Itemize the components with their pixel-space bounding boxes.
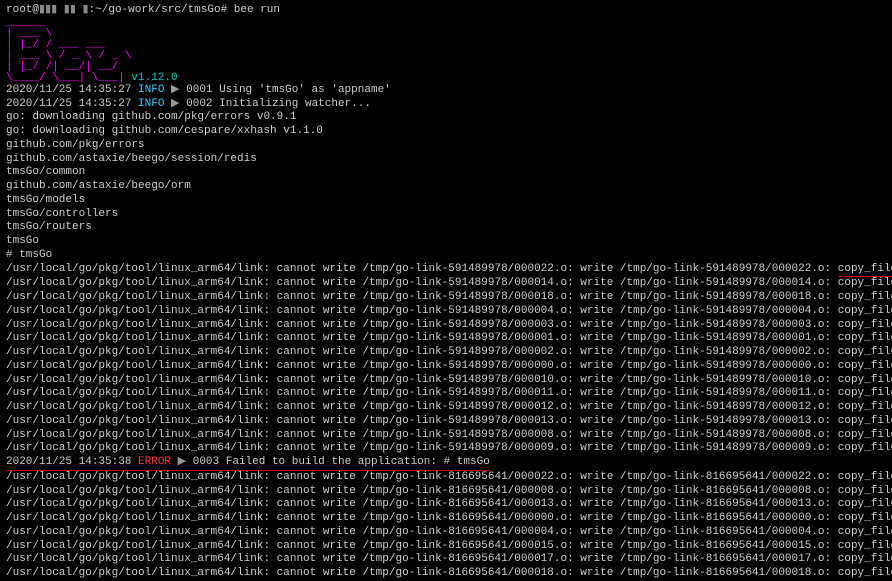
package-line: tmsGo/controllers — [6, 208, 886, 222]
linker-error-line: /usr/local/go/pkg/tool/linux_arm64/link:… — [6, 526, 886, 540]
linker-error-line: /usr/local/go/pkg/tool/linux_arm64/link:… — [6, 498, 886, 512]
linker-errors-1: /usr/local/go/pkg/tool/linux_arm64/link:… — [6, 263, 886, 457]
linker-error-line: /usr/local/go/pkg/tool/linux_arm64/link:… — [6, 305, 886, 319]
linker-error-line: /usr/local/go/pkg/tool/linux_arm64/link:… — [6, 471, 886, 485]
version-label: v1.12.0 — [125, 72, 178, 84]
log-line: 2020/11/25 14:35:27 INFO ▶ 0002 Initiali… — [6, 98, 886, 112]
linker-error-line: /usr/local/go/pkg/tool/linux_arm64/link:… — [6, 346, 886, 360]
linker-error-line: /usr/local/go/pkg/tool/linux_arm64/link:… — [6, 332, 886, 346]
linker-error-line: /usr/local/go/pkg/tool/linux_arm64/link:… — [6, 277, 886, 291]
error-label: ERROR — [138, 456, 171, 468]
package-line: # tmsGo — [6, 249, 886, 263]
package-line: github.com/astaxie/beego/session/redis — [6, 153, 886, 167]
linker-error-line: /usr/local/go/pkg/tool/linux_arm64/link:… — [6, 553, 886, 567]
prompt-host: ▮▮▮ ▮▮ ▮ — [39, 4, 89, 16]
prompt-line: root@▮▮▮ ▮▮ ▮:~/go-work/src/tmsGo# bee r… — [6, 4, 886, 18]
linker-error-line: /usr/local/go/pkg/tool/linux_arm64/link:… — [6, 374, 886, 388]
linker-error-line: /usr/local/go/pkg/tool/linux_arm64/link:… — [6, 401, 886, 415]
package-line: tmsGo/routers — [6, 221, 886, 235]
package-block: github.com/pkg/errorsgithub.com/astaxie/… — [6, 139, 886, 263]
error-line: 2020/11/25 14:35:38 ERROR ▶ 0003 Failed … — [6, 456, 886, 471]
download-line: go: downloading github.com/pkg/errors v0… — [6, 111, 886, 125]
prompt-command: bee run — [234, 4, 280, 16]
linker-error-line: /usr/local/go/pkg/tool/linux_arm64/link:… — [6, 442, 886, 456]
linker-error-line: /usr/local/go/pkg/tool/linux_arm64/link:… — [6, 291, 886, 305]
linker-error-line: /usr/local/go/pkg/tool/linux_arm64/link:… — [6, 387, 886, 401]
download-line: go: downloading github.com/cespare/xxhas… — [6, 125, 886, 139]
linker-error-line: /usr/local/go/pkg/tool/linux_arm64/link:… — [6, 319, 886, 333]
linker-error-line: /usr/local/go/pkg/tool/linux_arm64/link:… — [6, 360, 886, 374]
info-block: 2020/11/25 14:35:27 INFO ▶ 0001 Using 't… — [6, 84, 886, 112]
package-line: tmsGo/models — [6, 194, 886, 208]
terminal-output[interactable]: root@▮▮▮ ▮▮ ▮:~/go-work/src/tmsGo# bee r… — [6, 4, 886, 581]
prompt-path: :~/go-work/src/tmsGo# — [89, 4, 228, 16]
linker-errors-2: /usr/local/go/pkg/tool/linux_arm64/link:… — [6, 471, 886, 581]
linker-error-line: /usr/local/go/pkg/tool/linux_arm64/link:… — [6, 567, 886, 581]
linker-error-line: /usr/local/go/pkg/tool/linux_arm64/link:… — [6, 485, 886, 499]
linker-error-line: /usr/local/go/pkg/tool/linux_arm64/link:… — [6, 263, 886, 278]
linker-error-line: /usr/local/go/pkg/tool/linux_arm64/link:… — [6, 540, 886, 554]
linker-error-line: /usr/local/go/pkg/tool/linux_arm64/link:… — [6, 415, 886, 429]
linker-error-line: /usr/local/go/pkg/tool/linux_arm64/link:… — [6, 512, 886, 526]
package-line: tmsGo — [6, 235, 886, 249]
bee-logo: ______ | ___ \ | |_/ / ___ ___ | ___ \ /… — [6, 18, 886, 84]
log-line: 2020/11/25 14:35:27 INFO ▶ 0001 Using 't… — [6, 84, 886, 98]
package-line: github.com/pkg/errors — [6, 139, 886, 153]
prompt-user: root@ — [6, 4, 39, 16]
package-line: github.com/astaxie/beego/orm — [6, 180, 886, 194]
package-line: tmsGo/common — [6, 166, 886, 180]
download-block: go: downloading github.com/pkg/errors v0… — [6, 111, 886, 139]
linker-error-line: /usr/local/go/pkg/tool/linux_arm64/link:… — [6, 429, 886, 443]
